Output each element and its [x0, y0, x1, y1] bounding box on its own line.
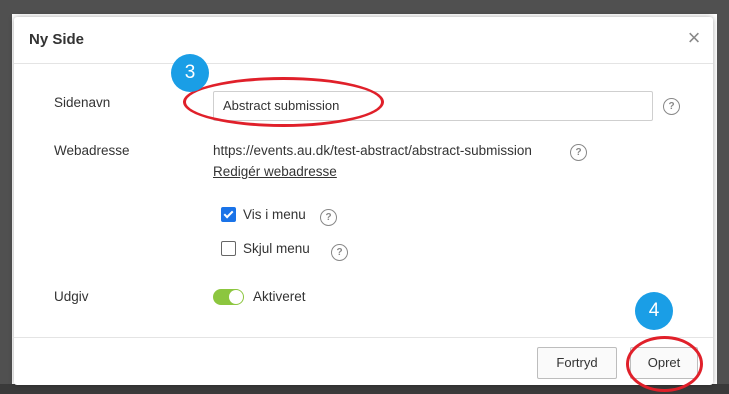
hide-menu-label: Skjul menu — [243, 241, 310, 256]
highlight-ring-create — [626, 336, 703, 392]
backdrop-edge-left — [0, 0, 12, 394]
web-address-value: https://events.au.dk/test-abstract/abstr… — [213, 143, 532, 158]
web-address-label: Webadresse — [54, 143, 130, 158]
dialog-title: Ny Side — [29, 31, 85, 48]
show-in-menu-label: Vis i menu — [243, 207, 306, 222]
edit-web-address-link[interactable]: Redigér webadresse — [213, 164, 337, 179]
hide-menu-checkbox[interactable] — [221, 241, 236, 256]
page-name-help-icon[interactable]: ? — [663, 98, 680, 115]
show-in-menu-checkbox[interactable] — [221, 207, 236, 222]
publish-toggle[interactable] — [213, 289, 244, 305]
web-address-help-icon[interactable]: ? — [570, 144, 587, 161]
toggle-knob — [229, 290, 243, 304]
cancel-button[interactable]: Fortryd — [537, 347, 617, 379]
dialog-header: Ny Side × — [14, 17, 713, 64]
backdrop-edge-top — [0, 0, 729, 14]
close-icon[interactable]: × — [683, 27, 705, 49]
backdrop-edge-right — [717, 0, 729, 394]
hide-menu-help-icon[interactable]: ? — [331, 244, 348, 261]
show-in-menu-help-icon[interactable]: ? — [320, 209, 337, 226]
step-badge-3: 3 — [171, 54, 209, 92]
step-badge-4: 4 — [635, 292, 673, 330]
new-page-dialog: Ny Side × Sidenavn Abstract submission ?… — [14, 17, 713, 385]
page-name-label: Sidenavn — [54, 95, 111, 110]
publish-label: Udgiv — [54, 289, 89, 304]
publish-state-label: Aktiveret — [253, 289, 306, 304]
highlight-ring-page-name — [183, 77, 384, 127]
